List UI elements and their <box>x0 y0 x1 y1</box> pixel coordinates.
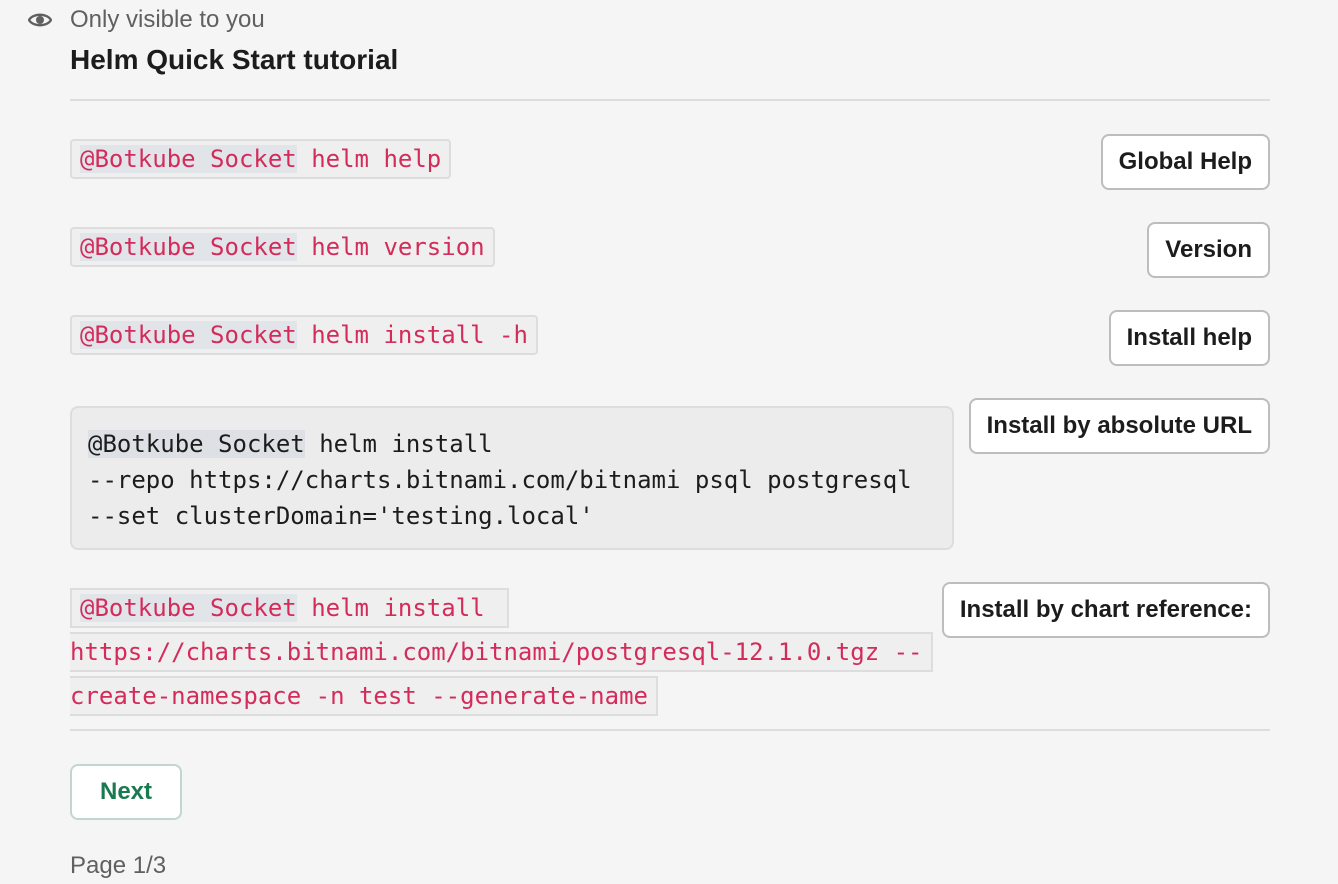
visibility-text: Only visible to you <box>70 6 265 33</box>
install-help-button[interactable]: Install help <box>1108 310 1270 366</box>
command-text: helm help <box>296 145 442 173</box>
code-line-3: --set clusterDomain='testing.local' <box>88 502 594 530</box>
next-button[interactable]: Next <box>70 764 182 820</box>
code-line-2: https://charts.bitnami.com/bitnami/postg… <box>70 632 933 672</box>
bot-mention: @Botkube Socket <box>80 233 297 261</box>
page-indicator: Page 1/3 <box>70 852 167 879</box>
install-help-command: @Botkube Socket helm install -h <box>70 315 538 355</box>
bottom-divider <box>70 729 1270 731</box>
bot-mention: @Botkube Socket <box>80 321 297 349</box>
install-chart-reference-command: @Botkube Socket helm install https://cha… <box>70 586 933 718</box>
command-text: helm version <box>296 233 485 261</box>
code-line-3: create-namespace -n test --generate-name <box>70 676 658 716</box>
code-line-1: helm install <box>304 430 493 458</box>
version-command: @Botkube Socket helm version <box>70 227 495 267</box>
install-absolute-url-command: @Botkube Socket helm install --repo http… <box>70 406 954 550</box>
top-divider <box>70 99 1270 101</box>
bot-mention: @Botkube Socket <box>80 594 297 622</box>
code-line-2: --repo https://charts.bitnami.com/bitnam… <box>88 466 912 494</box>
visibility-notice: Only visible to you <box>28 4 265 36</box>
code-line-1: helm install <box>296 594 500 622</box>
help-command: @Botkube Socket helm help <box>70 139 452 179</box>
bot-mention: @Botkube Socket <box>80 145 297 173</box>
tutorial-title: Helm Quick Start tutorial <box>70 44 399 75</box>
eye-icon <box>28 11 52 29</box>
version-button[interactable]: Version <box>1147 222 1270 278</box>
bot-mention: @Botkube Socket <box>88 430 305 458</box>
install-chart-reference-button[interactable]: Install by chart reference: <box>941 582 1270 638</box>
command-text: helm install -h <box>296 321 528 349</box>
global-help-button[interactable]: Global Help <box>1100 134 1270 190</box>
install-absolute-url-button[interactable]: Install by absolute URL <box>968 398 1270 454</box>
helm-tutorial-message: Only visible to you Helm Quick Start tut… <box>0 0 1338 884</box>
